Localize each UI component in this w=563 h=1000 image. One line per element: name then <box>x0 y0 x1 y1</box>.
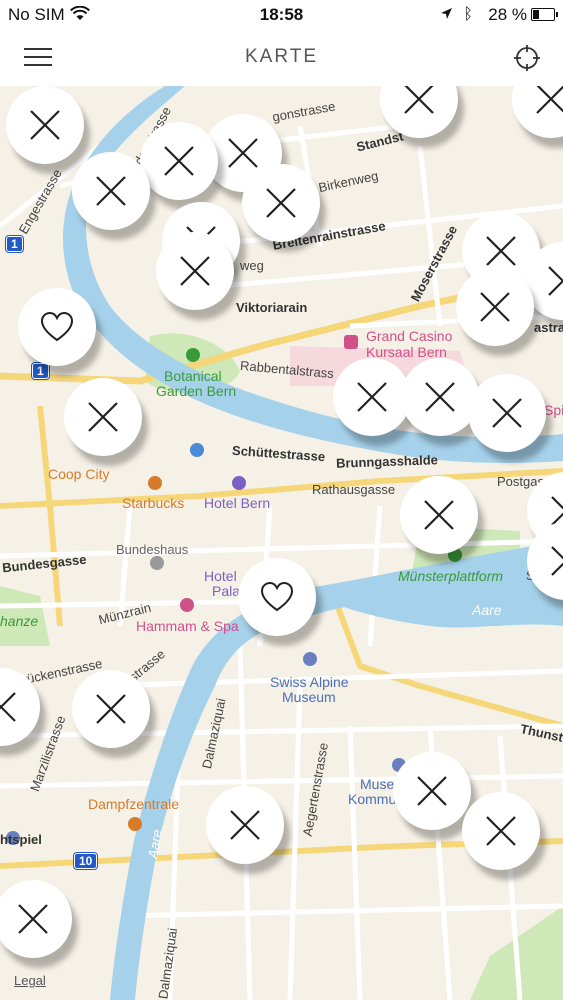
close-icon <box>96 176 126 206</box>
clock-label: 18:58 <box>259 5 304 24</box>
pin-24[interactable] <box>206 786 284 864</box>
casino-poi-icon <box>344 335 358 349</box>
battery-icon <box>531 8 558 21</box>
poi-label: Pala <box>212 583 241 599</box>
poi-label: Garden Bern <box>156 383 237 399</box>
poi-label: Swiss Alpine <box>270 674 349 690</box>
close-icon <box>425 382 455 412</box>
poi-label: Botanical <box>164 368 222 384</box>
close-icon <box>230 810 260 840</box>
street-label: Viktoriarain <box>236 300 308 315</box>
crosshair-icon[interactable] <box>513 44 541 72</box>
close-icon <box>486 816 516 846</box>
close-icon <box>30 110 60 140</box>
street-label: Rathausgasse <box>312 482 396 497</box>
poi-label: Museum <box>282 689 336 705</box>
street-label: astra <box>534 320 563 335</box>
legal-link[interactable]: Legal <box>14 973 46 988</box>
status-bar: No SIM 18:58 ᛒ 28 % <box>0 0 563 30</box>
route-badge: 1 <box>32 363 49 379</box>
close-icon <box>424 500 454 530</box>
poi-label: Kommu <box>348 791 397 807</box>
route-badge: 10 <box>74 853 98 869</box>
poi-label: Starbucks <box>122 495 185 511</box>
close-icon <box>480 292 510 322</box>
heart-icon <box>40 311 74 342</box>
poi-label: Muse <box>360 776 395 792</box>
close-icon <box>357 382 387 412</box>
close-icon <box>18 904 48 934</box>
route-badge: 1 <box>6 236 23 252</box>
poi-label: htspiel <box>0 832 42 847</box>
dampfzentrale-poi-icon <box>128 817 142 831</box>
pin-23[interactable] <box>393 752 471 830</box>
pin-20[interactable] <box>238 558 316 636</box>
poi-label: Hotel Bern <box>204 495 271 511</box>
pin-1[interactable] <box>6 86 84 164</box>
close-icon <box>536 86 563 114</box>
close-icon <box>164 146 194 176</box>
pin-16[interactable] <box>401 358 479 436</box>
poi-label: Hammam & Spa <box>136 618 239 634</box>
starbucks-poi-icon <box>148 476 162 490</box>
close-icon <box>180 256 210 286</box>
pin-9[interactable] <box>156 232 234 310</box>
close-icon <box>548 266 563 296</box>
close-icon <box>228 138 258 168</box>
hotel-poi-icon <box>232 476 246 490</box>
botanical-poi-icon <box>186 348 200 362</box>
bundeshaus-poi-icon <box>150 556 164 570</box>
river-label: Aare <box>472 602 502 618</box>
page-title: KARTE <box>244 46 318 67</box>
poi-label: Bundeshaus <box>116 542 189 557</box>
close-icon <box>486 236 516 266</box>
poi-label: Münsterplattform <box>398 568 504 584</box>
close-icon <box>266 188 296 218</box>
pin-18[interactable] <box>400 476 478 554</box>
location-arrow-icon <box>441 8 452 19</box>
poi-label: Grand Casino <box>366 328 453 344</box>
close-icon <box>417 776 447 806</box>
pin-15[interactable] <box>333 358 411 436</box>
map-view[interactable]: 1 1 10 Engestrasse haldenstrasse gonstra… <box>0 86 563 1000</box>
close-icon <box>96 694 126 724</box>
pin-25[interactable] <box>462 792 540 870</box>
poi-label: Dampfzentrale <box>88 796 180 812</box>
parking-poi-icon <box>190 443 204 457</box>
pin-5[interactable] <box>140 122 218 200</box>
close-icon <box>551 546 563 576</box>
poi-label: Spit <box>544 402 563 418</box>
pin-6[interactable] <box>72 152 150 230</box>
pin-11[interactable] <box>18 288 96 366</box>
close-icon <box>492 398 522 428</box>
nav-bar: KARTE <box>0 30 563 86</box>
close-icon <box>88 402 118 432</box>
battery-percent: 28 % <box>488 5 527 24</box>
pin-13[interactable] <box>456 268 534 346</box>
poi-label: Hotel <box>204 568 237 584</box>
street-label: weg <box>240 258 264 273</box>
poi-label: hanze <box>0 613 39 629</box>
pin-7[interactable] <box>242 164 320 242</box>
pin-17[interactable] <box>468 374 546 452</box>
close-icon <box>404 86 434 114</box>
close-icon <box>0 692 16 722</box>
bluetooth-icon: ᛒ <box>463 6 473 23</box>
heart-icon <box>260 581 294 612</box>
hammam-poi-icon <box>180 598 194 612</box>
poi-label: Coop City <box>48 466 110 482</box>
pin-14[interactable] <box>64 378 142 456</box>
museum-poi-icon <box>303 652 317 666</box>
pin-22[interactable] <box>72 670 150 748</box>
